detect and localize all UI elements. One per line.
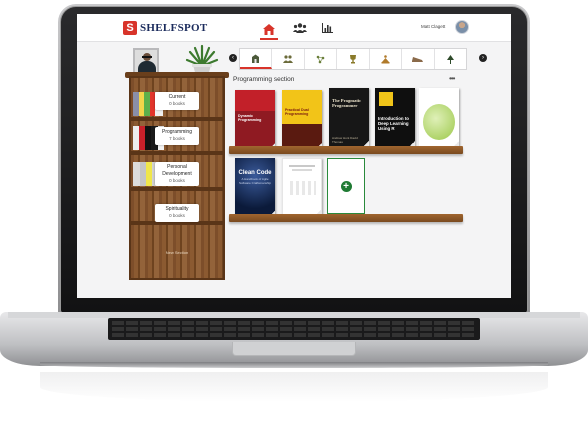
shelf-label-personal-development[interactable]: Personal Development 0 books: [155, 162, 199, 186]
category-achievement[interactable]: [337, 49, 370, 69]
shelf-name: Current: [168, 94, 186, 100]
book-cover[interactable]: [419, 88, 459, 148]
category-building[interactable]: [240, 49, 273, 69]
book-shelf-board: [229, 146, 463, 154]
home-icon: [263, 23, 275, 35]
book-title: The Pragmatic Programmer: [332, 98, 362, 108]
section-title: Programming section: [233, 76, 295, 83]
shelf-count: 7 books: [169, 136, 185, 141]
shelf-board: [129, 187, 225, 191]
tree-icon: [446, 54, 454, 64]
shelf-name: Spirituality: [165, 206, 189, 212]
category-people[interactable]: [272, 49, 305, 69]
laptop-keyboard: [108, 318, 480, 340]
users-icon: [293, 23, 307, 33]
trophy-icon: [349, 54, 356, 63]
user-name[interactable]: Matt Clagett: [421, 24, 445, 29]
shelf-label-programming[interactable]: Programming 7 books: [155, 127, 199, 145]
meditation-icon: [381, 54, 390, 63]
profile-photo[interactable]: [133, 48, 159, 74]
book-title: Clean Code: [238, 170, 272, 176]
shelf-board: [129, 151, 225, 155]
shelf-name: Personal Development: [162, 164, 192, 177]
laptop-frame: S SHELFSPOT Matt Clagett Current 0 books…: [0, 0, 588, 440]
nav-users-button[interactable]: [291, 20, 309, 36]
category-sport[interactable]: [402, 49, 435, 69]
book-cover[interactable]: Practical Dual Programming: [282, 90, 322, 150]
book-cover[interactable]: The Pragmatic Programmer Andrew Hunt Dav…: [329, 88, 369, 148]
category-next-button[interactable]: ›: [479, 54, 487, 62]
app-screen: S SHELFSPOT Matt Clagett Current 0 books…: [77, 14, 511, 298]
building-icon: [252, 54, 260, 63]
book-cover[interactable]: Introduction to Deep Learning Using R: [375, 88, 415, 148]
book-title: Practical Dual Programming: [285, 108, 309, 117]
category-strip: [239, 48, 467, 70]
laptop-trackpad: [232, 342, 356, 356]
shelf-count: 0 books: [169, 213, 185, 218]
logo[interactable]: S SHELFSPOT: [123, 21, 208, 35]
shelf-name: Programming: [161, 129, 192, 135]
laptop-reflection: [40, 372, 548, 402]
nav-home-button[interactable]: [260, 20, 278, 40]
book-cover[interactable]: Clean Code A Handbook of Agile Software …: [235, 158, 275, 218]
book-title: Dynamic Programming: [238, 114, 262, 123]
molecule-icon: [316, 55, 325, 63]
book-shelf-board: [229, 214, 463, 222]
nav-stats-button[interactable]: [318, 20, 336, 36]
shelf-board: [129, 117, 225, 121]
book-title: Introduction to Deep Learning Using R: [378, 116, 409, 131]
section-more-button[interactable]: •••: [449, 74, 455, 83]
laptop-base-foot: [40, 362, 548, 368]
book-cover[interactable]: Dynamic Programming: [235, 90, 275, 150]
book-author: A Handbook of Agile Software Craftsmansh…: [238, 177, 271, 185]
book-author: Andrew Hunt David Thomas: [332, 136, 358, 144]
category-science[interactable]: [305, 49, 338, 69]
add-book-button[interactable]: +: [327, 158, 365, 214]
shelf-count: 0 books: [169, 178, 185, 183]
plus-icon: +: [340, 180, 352, 192]
book-cover[interactable]: [282, 158, 322, 218]
category-prev-button[interactable]: ‹: [229, 54, 237, 62]
shelf-label-spirituality[interactable]: Spirituality 0 books: [155, 204, 199, 222]
user-avatar[interactable]: [455, 20, 469, 34]
people-icon: [283, 55, 294, 63]
new-shelf-button[interactable]: New Section: [147, 250, 207, 255]
app-header: S SHELFSPOT Matt Clagett: [77, 14, 511, 42]
shoe-icon: [412, 56, 424, 62]
category-meditation[interactable]: [370, 49, 403, 69]
shelf-count: 0 books: [169, 101, 185, 106]
logo-mark: S: [123, 21, 137, 35]
category-nature[interactable]: [435, 49, 466, 69]
shelf-label-current[interactable]: Current 0 books: [155, 92, 199, 110]
bar-chart-icon: [321, 23, 333, 33]
logo-text: SHELFSPOT: [140, 22, 208, 34]
